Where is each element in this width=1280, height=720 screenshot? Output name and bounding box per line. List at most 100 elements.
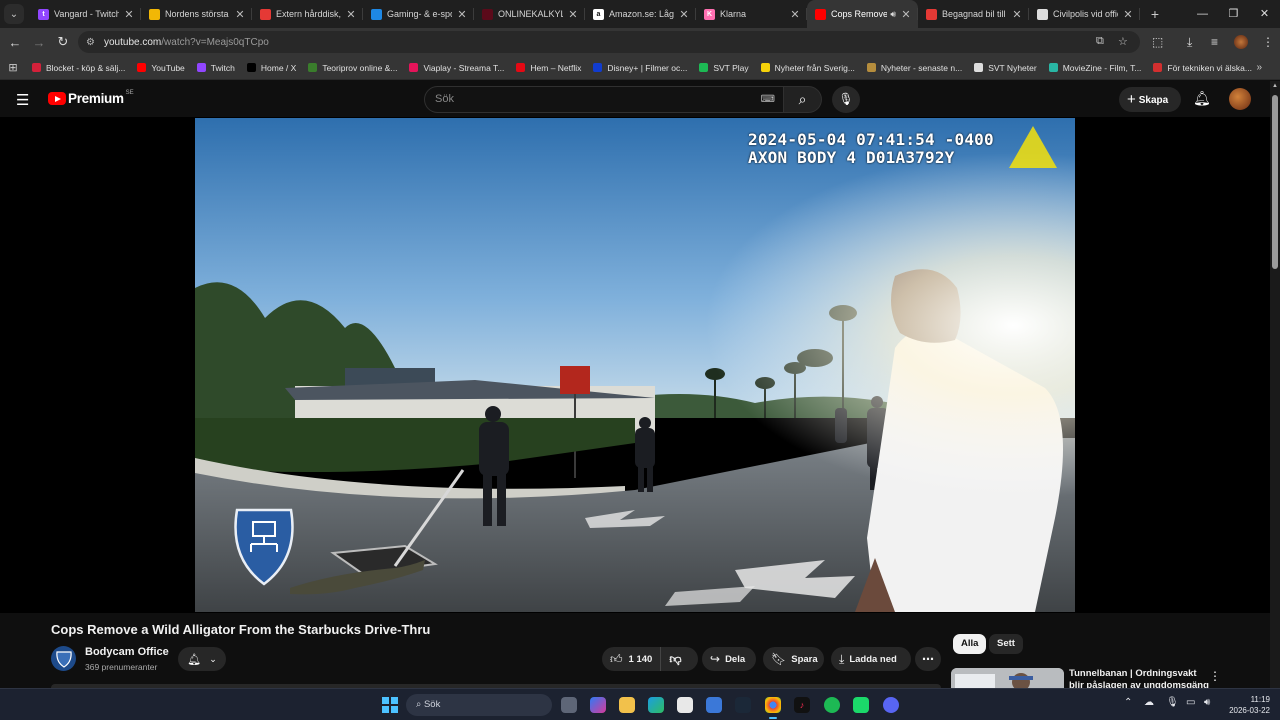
close-tab-icon[interactable]: ✕ (789, 8, 801, 21)
file-explorer-icon[interactable] (619, 697, 635, 713)
save-button[interactable]: 🔖︎ Spara (763, 647, 824, 671)
download-icon[interactable]: ⤓ (1187, 28, 1192, 56)
taskbar-search[interactable]: ⌕ Sök (406, 694, 552, 716)
create-button[interactable]: + Skapa (1119, 87, 1181, 112)
search-button[interactable]: ⌕ (784, 86, 822, 113)
close-tab-icon[interactable]: ✕ (123, 8, 135, 21)
bookmark-item[interactable]: MovieZine - Film, T... (1043, 56, 1148, 80)
bookmark-item[interactable]: SVT Nyheter (968, 56, 1043, 80)
browser-tab[interactable]: a Amazon.se: Låga p ✕ (585, 0, 696, 28)
windows-start-icon[interactable] (382, 697, 398, 713)
guide-menu-icon[interactable]: ☰ (16, 91, 29, 109)
network-icon[interactable]: ▭ (1186, 697, 1195, 708)
reload-icon[interactable]: ↻ (51, 34, 75, 50)
browser-menu-icon[interactable]: ⋮ (1262, 28, 1274, 56)
discord-icon[interactable] (883, 697, 899, 713)
back-icon[interactable]: ← (3, 35, 27, 50)
bookmark-item[interactable]: Nyheter från Sverig... (755, 56, 861, 80)
onedrive-icon[interactable]: ☁ (1144, 697, 1154, 708)
system-clock[interactable]: 11:19 2026-03-22 (1222, 694, 1270, 716)
install-app-icon[interactable]: ⧉ (1096, 35, 1104, 48)
task-view-icon[interactable] (561, 697, 577, 713)
volume-icon[interactable]: 🔊︎ (1204, 697, 1210, 708)
bookmark-item[interactable]: Hem – Netflix (510, 56, 587, 80)
forward-icon[interactable]: → (27, 35, 51, 50)
share-button[interactable]: ↪ Dela (702, 647, 756, 671)
browser-tab[interactable]: Nordens största e ✕ (141, 0, 252, 28)
close-tab-icon[interactable]: ✕ (1122, 8, 1134, 21)
bookmark-item[interactable]: Blocket - köp & sälj... (26, 56, 131, 80)
tab-audio-icon[interactable]: 🔊︎ (890, 9, 896, 20)
channel-name[interactable]: Bodycam Office (85, 646, 169, 658)
chip-all[interactable]: Alla (953, 634, 987, 654)
bookmark-star-icon[interactable]: ☆ (1118, 35, 1128, 48)
scroll-up-icon[interactable]: ▲ (1272, 83, 1278, 89)
bookmark-item[interactable]: SVT Play (693, 56, 754, 80)
browser-tab[interactable]: ONLINEKALKYLAT ✕ (474, 0, 585, 28)
close-tab-icon[interactable]: ✕ (567, 8, 579, 21)
browser-tab[interactable]: Begagnad bil till s ✕ (918, 0, 1029, 28)
bookmark-item[interactable]: Home / X (241, 56, 302, 80)
close-tab-icon[interactable]: ✕ (900, 8, 912, 21)
bookmark-item[interactable]: För tekniken vi älska... (1147, 56, 1258, 80)
close-tab-icon[interactable]: ✕ (678, 8, 690, 21)
tiktok-icon[interactable]: ♪ (794, 697, 810, 713)
subscription-bell-button[interactable]: 🔔︎ ⌄ (178, 647, 226, 671)
bookmarks-overflow-icon[interactable]: » (1256, 62, 1262, 73)
like-button[interactable]: 👍︎ 1 140 (602, 647, 662, 671)
store-icon[interactable] (677, 697, 693, 713)
omnibox[interactable]: ⚙ youtube.com/watch?v=Meajs0qTCpo ⧉ ☆ (78, 31, 1140, 53)
recommended-title[interactable]: Tunnelbanan | Ordningsvakt blir påslagen… (1069, 668, 1209, 688)
copilot-icon[interactable] (590, 697, 606, 713)
url-text[interactable]: youtube.com/watch?v=Meajs0qTCpo (104, 37, 269, 48)
restore-icon[interactable]: ❐ (1218, 0, 1249, 28)
close-tab-icon[interactable]: ✕ (234, 8, 246, 21)
bookmark-item[interactable]: Twitch (191, 56, 241, 80)
browser-tab[interactable]: Civilpolis vid offic ✕ (1029, 0, 1140, 28)
browser-tab[interactable]: K Klarna ✕ (696, 0, 807, 28)
bookmark-item[interactable]: Disney+ | Filmer oc... (587, 56, 693, 80)
video-frame[interactable] (195, 118, 1075, 612)
scrollbar-thumb[interactable] (1272, 95, 1278, 269)
channel-avatar[interactable] (51, 646, 76, 671)
keyboard-icon[interactable]: ⌨ (761, 87, 775, 112)
close-tab-icon[interactable]: ✕ (1011, 8, 1023, 21)
steam-icon[interactable] (735, 697, 751, 713)
profile-avatar[interactable] (1234, 35, 1248, 49)
spotify-icon[interactable] (824, 697, 840, 713)
edge-icon[interactable] (648, 697, 664, 713)
search-input[interactable]: Sök ⌨ (424, 86, 784, 113)
tray-overflow-icon[interactable]: ⌃ (1124, 697, 1132, 708)
bookmark-item[interactable]: Teoriprov online &... (302, 56, 403, 80)
close-tab-icon[interactable]: ✕ (345, 8, 357, 21)
close-tab-icon[interactable]: ✕ (456, 8, 468, 21)
minimize-icon[interactable]: — (1187, 0, 1218, 28)
bookmark-item[interactable]: YouTube (131, 56, 190, 80)
app-icon[interactable] (853, 697, 869, 713)
recommended-menu-icon[interactable]: ⋮ (1209, 669, 1221, 683)
browser-tab[interactable]: Gaming- & e-sport ✕ (363, 0, 474, 28)
dislike-button[interactable]: 👎︎ (661, 652, 689, 667)
browser-tab[interactable]: t Vangard - Twitch ✕ (30, 0, 141, 28)
apps-grid-icon[interactable]: ⊞ (0, 61, 26, 74)
mic-tray-icon[interactable]: 🎙︎ (1166, 697, 1179, 708)
browser-tab[interactable]: Cops Remove 🔊︎ ✕ (807, 0, 918, 28)
voice-search-button[interactable]: 🎙︎ (832, 86, 860, 113)
recommended-thumbnail[interactable] (951, 668, 1064, 688)
chip-watched[interactable]: Sett (989, 634, 1023, 654)
extensions-icon[interactable]: ⬚ (1152, 28, 1163, 56)
close-window-icon[interactable]: ✕ (1249, 0, 1280, 28)
download-button[interactable]: ⤓ Ladda ned (831, 647, 911, 671)
more-actions-button[interactable]: ⋯ (915, 647, 941, 671)
new-tab-button[interactable]: + (1144, 6, 1166, 22)
page-scrollbar[interactable]: ▲ (1270, 81, 1280, 688)
notifications-bell-icon[interactable]: 🔔︎ (1193, 90, 1211, 107)
site-info-icon[interactable]: ⚙ (86, 37, 100, 48)
bookmark-item[interactable]: Nyheter - senaste n... (861, 56, 968, 80)
browser-tab[interactable]: Extern hårddisk, S ✕ (252, 0, 363, 28)
tab-search-icon[interactable]: ⌄ (4, 4, 24, 24)
mail-icon[interactable] (706, 697, 722, 713)
chrome-icon[interactable] (765, 697, 781, 719)
youtube-premium-logo[interactable]: Premium SE (48, 90, 134, 106)
media-controls-icon[interactable]: ≡ (1211, 28, 1218, 56)
